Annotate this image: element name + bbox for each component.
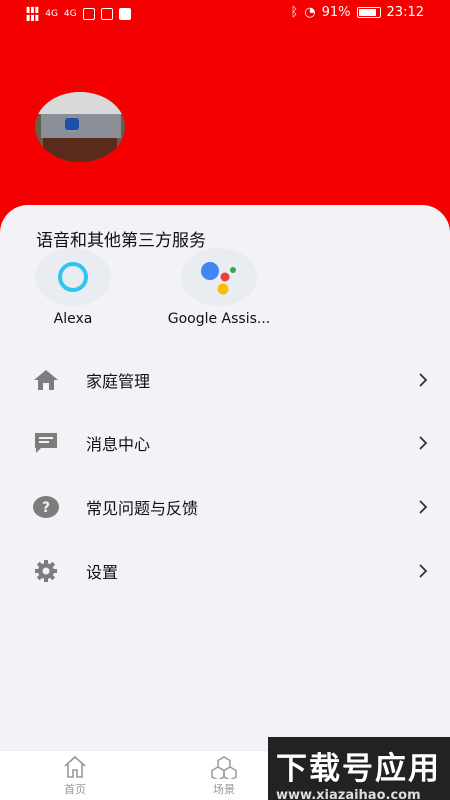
battery-percent: 91%	[321, 5, 351, 20]
chevron-right-icon	[419, 373, 428, 387]
watermark-url: www.xiazaihao.com	[276, 788, 421, 800]
tab-home[interactable]: 首页	[45, 755, 105, 797]
menu-item-label: 设置	[86, 563, 119, 582]
signal-strength-2: 4G	[63, 9, 77, 19]
home-outline-icon	[64, 755, 86, 778]
menu-item-settings[interactable]: 设置	[30, 551, 430, 591]
chevron-right-icon	[419, 500, 428, 514]
tab-scene[interactable]: 场景	[194, 755, 254, 797]
svg-text:?: ?	[42, 500, 50, 516]
message-icon	[30, 429, 62, 457]
menu-item-home-management[interactable]: 家庭管理	[30, 360, 430, 400]
bluetooth-icon: ᛒ	[290, 5, 299, 20]
menu-item-faq-feedback[interactable]: ? 常见问题与反馈	[30, 487, 430, 527]
service-label: Alexa	[53, 311, 93, 327]
app-icon	[118, 8, 131, 20]
service-google-assistant[interactable]: Google Assis...	[149, 248, 289, 327]
clock-time: 23:12	[386, 5, 424, 20]
menu-item-label: 消息中心	[86, 435, 151, 454]
home-icon	[30, 366, 62, 394]
nfc-icon	[82, 8, 95, 20]
menu-item-message-center[interactable]: 消息中心	[30, 423, 430, 463]
watermark-logo: 下载号应用 www.xiazaihao.com	[268, 737, 450, 800]
status-right: ᛒ ◔ 91% 23:12	[290, 5, 424, 20]
settings-icon	[30, 557, 62, 585]
google-assistant-icon	[181, 248, 257, 306]
menu-item-label: 常见问题与反馈	[86, 499, 199, 518]
avatar[interactable]	[35, 92, 125, 162]
service-label: Google Assis...	[167, 311, 271, 327]
scene-icon	[211, 756, 237, 779]
help-icon: ?	[30, 493, 62, 521]
tab-label: 场景	[213, 783, 235, 796]
battery-icon	[356, 7, 381, 18]
notification-icon	[100, 8, 113, 20]
speed-icon: ◔	[304, 5, 316, 20]
signal-icon: ▮▮▮ ▮▮▮	[26, 5, 40, 22]
chevron-right-icon	[419, 436, 428, 450]
watermark-title: 下载号应用	[276, 751, 441, 787]
service-alexa[interactable]: Alexa	[3, 248, 143, 327]
menu-item-label: 家庭管理	[86, 372, 151, 391]
tab-label: 首页	[64, 783, 86, 796]
chevron-right-icon	[419, 564, 428, 578]
status-left: ▮▮▮ ▮▮▮ 4G 4G	[26, 6, 131, 22]
status-bar: ▮▮▮ ▮▮▮ 4G 4G ᛒ ◔ 91% 23:12	[0, 0, 450, 28]
signal-strength-1: 4G	[45, 9, 58, 19]
alexa-icon	[35, 248, 111, 306]
